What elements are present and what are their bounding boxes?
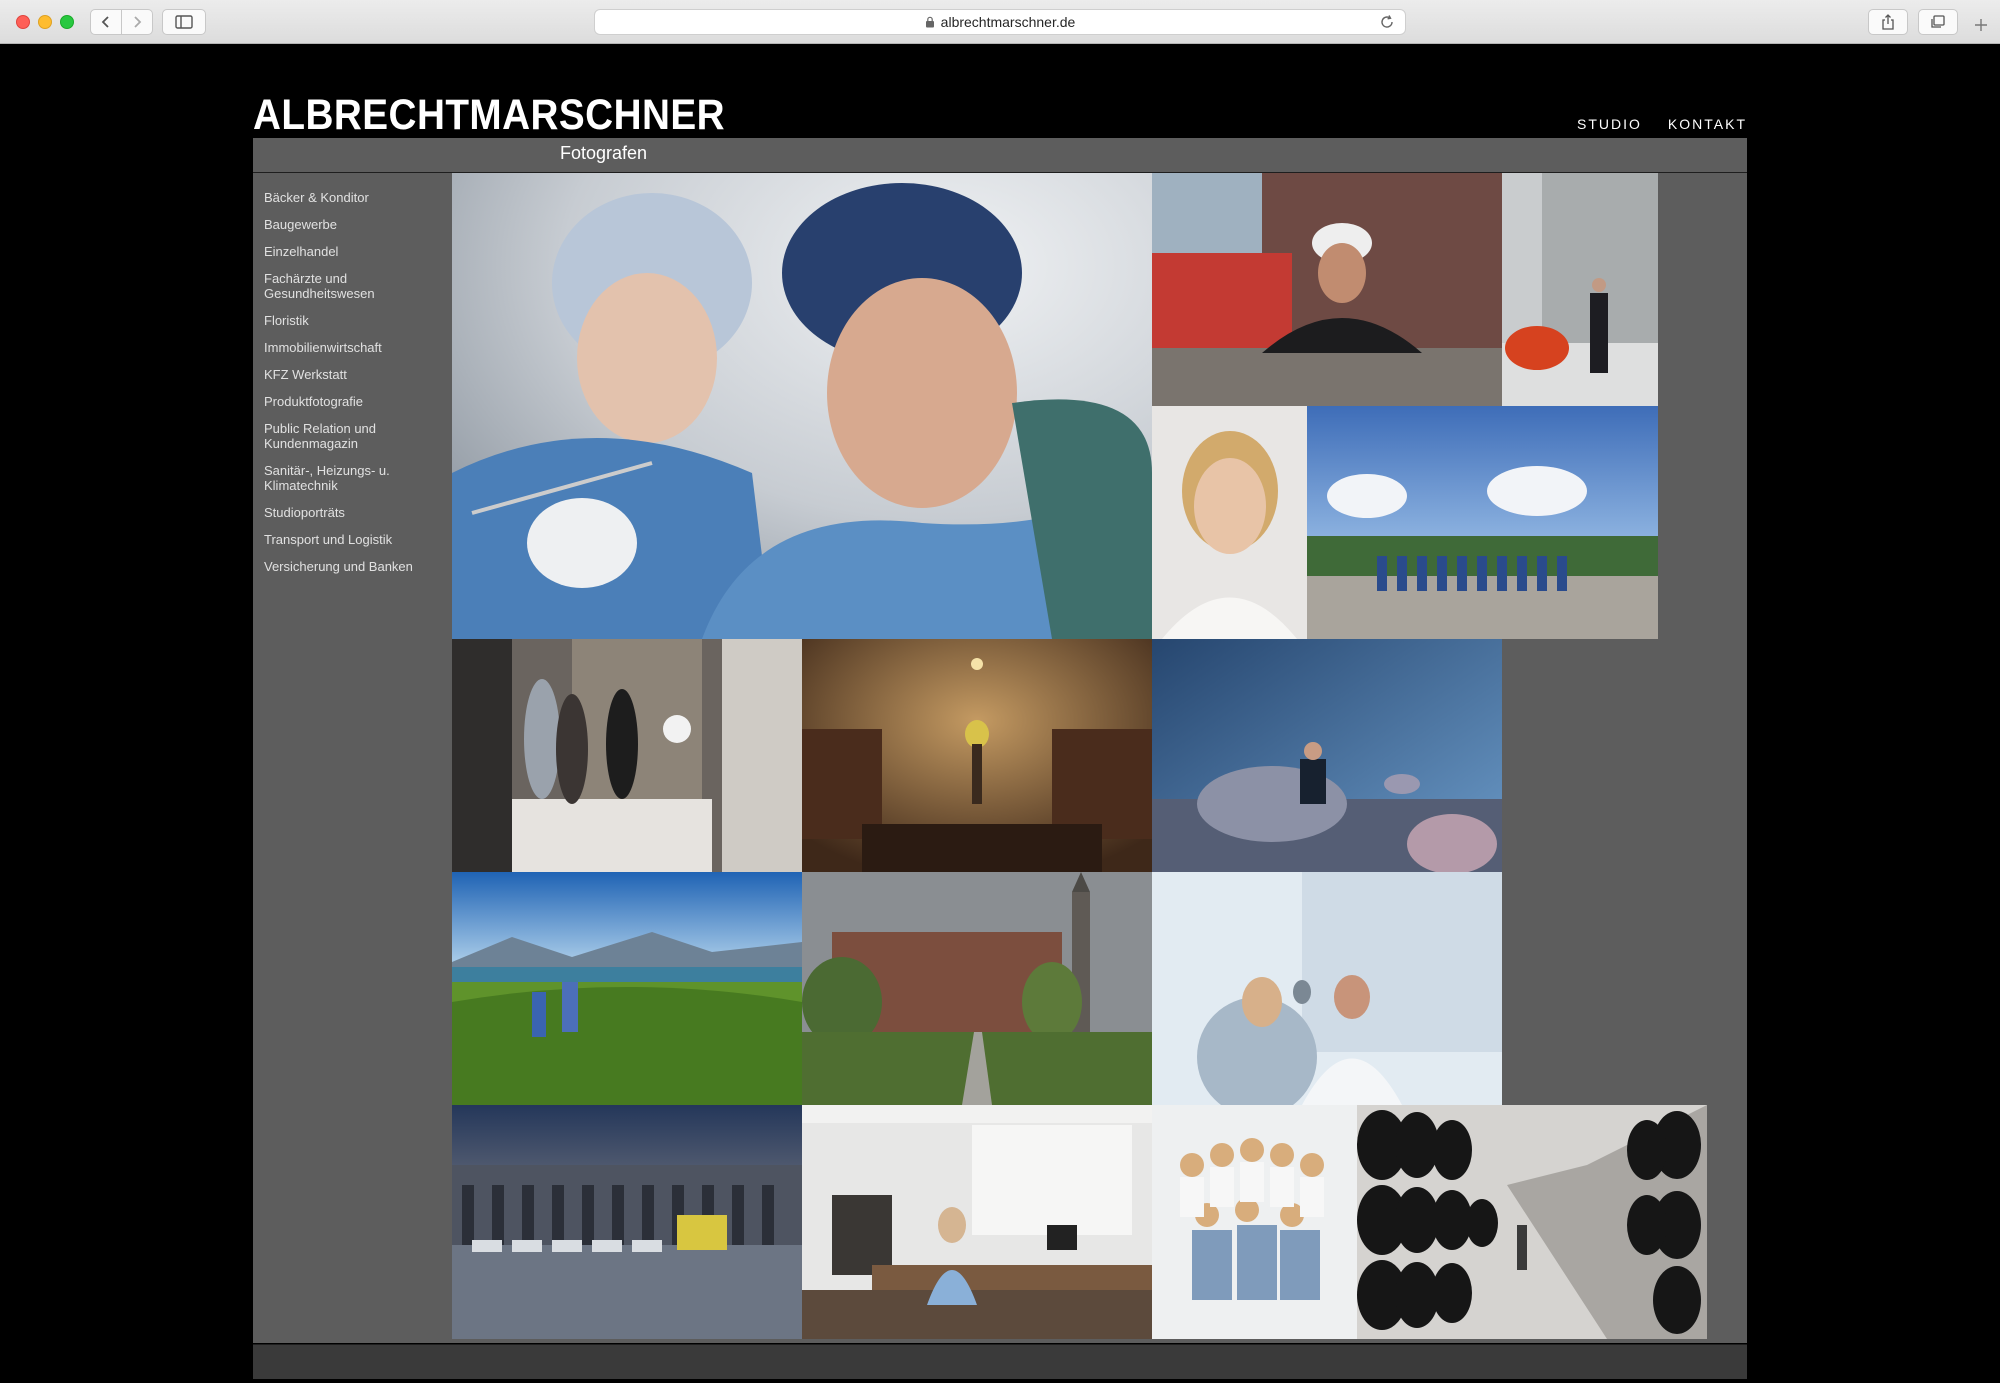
close-window-button[interactable] [16, 15, 30, 29]
plus-icon [1975, 19, 1987, 31]
reload-icon[interactable] [1379, 14, 1395, 33]
share-button[interactable] [1868, 9, 1908, 35]
top-navigation: STUDIO KONTAKT [1577, 116, 1747, 132]
gallery-photo-surgeons[interactable] [452, 173, 1152, 639]
sidebar-item-versicherung[interactable]: Versicherung und Banken [264, 559, 444, 574]
browser-toolbar: albrechtmarschner.de [0, 0, 2000, 44]
tabs-icon [1931, 15, 1945, 28]
browser-window: albrechtmarschner.de ALBRECHTMARSCHNER S… [0, 0, 2000, 1383]
minimize-window-button[interactable] [38, 15, 52, 29]
address-bar[interactable]: albrechtmarschner.de [594, 9, 1406, 35]
sidebar-item-sanitaer[interactable]: Sanitär-, Heizungs- u. Klimatechnik [264, 463, 444, 493]
gallery-photo-dentist[interactable] [1152, 872, 1502, 1105]
category-sidebar: Bäcker & Konditor Baugewerbe Einzelhande… [264, 190, 444, 586]
sidebar-item-kfz[interactable]: KFZ Werkstatt [264, 367, 444, 382]
sidebar-item-immobilien[interactable]: Immobilienwirtschaft [264, 340, 444, 355]
gallery-photo-meadow-children[interactable] [452, 872, 802, 1105]
gallery-photo-construction-worker[interactable] [1152, 173, 1502, 406]
sidebar-toggle-button[interactable] [162, 9, 206, 35]
nav-kontakt-link[interactable]: KONTAKT [1668, 116, 1747, 132]
forward-button[interactable] [121, 9, 153, 35]
gallery-photo-businessman-blue[interactable] [1152, 639, 1502, 872]
sidebar-item-baecker[interactable]: Bäcker & Konditor [264, 190, 444, 205]
gallery-photo-tire-warehouse[interactable] [1357, 1105, 1707, 1339]
gallery-photo-brick-building[interactable] [802, 872, 1152, 1105]
sidebar-item-einzelhandel[interactable]: Einzelhandel [264, 244, 444, 259]
site-subtitle: Fotografen [560, 143, 648, 163]
new-tab-button[interactable] [1970, 14, 1992, 36]
chevron-left-icon [101, 16, 109, 28]
sidebar-item-floristik[interactable]: Floristik [264, 313, 444, 328]
subtitle-bar: Fotografen [253, 138, 1747, 173]
tab-overview-button[interactable] [1918, 9, 1958, 35]
gallery-photo-group-women[interactable] [1152, 1105, 1357, 1339]
site-logo[interactable]: ALBRECHTMARSCHNER [253, 94, 725, 137]
sidebar-icon [175, 15, 193, 29]
gallery-photo-smoky-room[interactable] [802, 639, 1152, 872]
chevron-right-icon [134, 16, 142, 28]
maximize-window-button[interactable] [60, 15, 74, 29]
sidebar-item-public-relation[interactable]: Public Relation und Kundenmagazin [264, 421, 444, 451]
back-button[interactable] [90, 9, 122, 35]
share-icon [1882, 14, 1894, 30]
footer-bar [253, 1344, 1747, 1379]
gallery-photo-office[interactable] [802, 1105, 1152, 1339]
sidebar-item-fachaerzte[interactable]: Fachärzte und Gesundheitswesen [264, 271, 444, 301]
lock-icon [925, 16, 935, 28]
gallery-photo-concrete-car[interactable] [1502, 173, 1658, 406]
gallery-photo-retail-shop[interactable] [452, 639, 802, 872]
gallery-photo-team-vans[interactable] [1307, 406, 1658, 639]
sidebar-item-transport[interactable]: Transport und Logistik [264, 532, 444, 547]
website: ALBRECHTMARSCHNER STUDIO KONTAKT Fotogra… [253, 44, 1747, 1383]
sidebar-item-produkt[interactable]: Produktfotografie [264, 394, 444, 409]
gallery-photo-stadium[interactable] [452, 1105, 802, 1339]
sidebar-item-studioportraets[interactable]: Studioporträts [264, 505, 444, 520]
gallery-photo-woman-portrait[interactable] [1152, 406, 1307, 639]
sidebar-item-baugewerbe[interactable]: Baugewerbe [264, 217, 444, 232]
nav-studio-link[interactable]: STUDIO [1577, 116, 1642, 132]
url-text: albrechtmarschner.de [940, 14, 1076, 30]
content-area: Bäcker & Konditor Baugewerbe Einzelhande… [253, 173, 1747, 1343]
